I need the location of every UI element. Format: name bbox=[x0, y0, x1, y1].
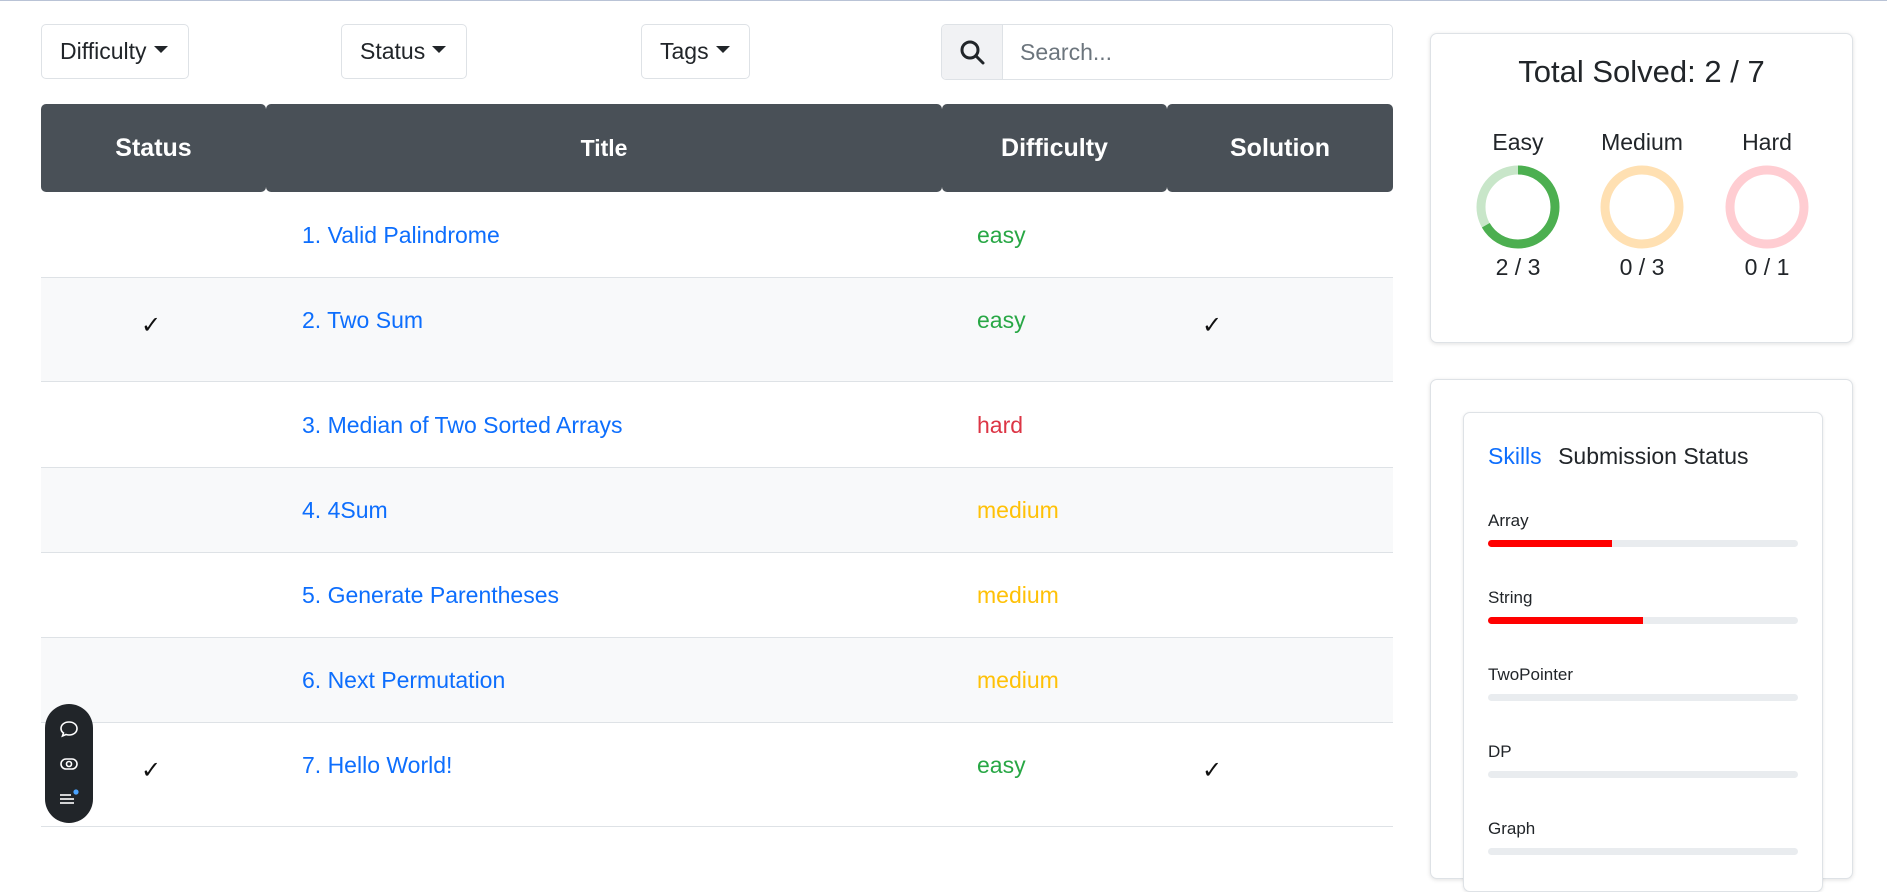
header-status[interactable]: Status bbox=[41, 104, 266, 192]
skills-outer-card: Skills Submission Status Array String Tw… bbox=[1430, 379, 1853, 892]
skill-progress-track bbox=[1488, 771, 1798, 778]
search-icon bbox=[960, 40, 985, 65]
search-group bbox=[941, 24, 1393, 80]
tab-skills[interactable]: Skills bbox=[1488, 443, 1542, 469]
problem-title-link[interactable]: 1. Valid Palindrome bbox=[302, 222, 500, 249]
hard-stat: Hard 0 / 1 bbox=[1707, 129, 1827, 281]
problem-title-link[interactable]: 4. 4Sum bbox=[302, 497, 388, 524]
difficulty-dropdown-label: Difficulty bbox=[60, 38, 147, 64]
skill-graph: Graph bbox=[1488, 819, 1798, 855]
skill-dp: DP bbox=[1488, 742, 1798, 778]
skill-string: String bbox=[1488, 588, 1798, 624]
skills-tabs: Skills Submission Status bbox=[1488, 443, 1749, 470]
solution-check-icon[interactable]: ✓ bbox=[1202, 756, 1222, 785]
floating-toolbar bbox=[45, 704, 93, 823]
chat-icon[interactable] bbox=[59, 719, 79, 739]
skill-progress-track bbox=[1488, 848, 1798, 855]
skill-name: TwoPointer bbox=[1488, 665, 1574, 684]
table-row: 5. Generate Parentheses medium bbox=[41, 553, 1393, 638]
skill-twopointer: TwoPointer bbox=[1488, 665, 1798, 701]
medium-label: Medium bbox=[1601, 129, 1683, 155]
difficulty-label: medium bbox=[977, 497, 1059, 523]
problem-title-link[interactable]: 3. Median of Two Sorted Arrays bbox=[302, 412, 622, 439]
difficulty-dropdown[interactable]: Difficulty bbox=[41, 24, 189, 79]
caret-down-icon bbox=[715, 46, 730, 53]
status-check-icon: ✓ bbox=[141, 757, 162, 784]
menu-icon[interactable] bbox=[58, 788, 80, 808]
skill-name: DP bbox=[1488, 742, 1512, 761]
difficulty-label: easy bbox=[977, 222, 1026, 248]
status-dropdown[interactable]: Status bbox=[341, 24, 467, 79]
skill-name: Graph bbox=[1488, 819, 1536, 838]
status-check-icon: ✓ bbox=[141, 312, 162, 339]
notification-dot bbox=[73, 789, 79, 795]
solved-summary-card: Total Solved: 2 / 7 Easy 2 / 3 Medium 0 … bbox=[1430, 33, 1853, 343]
easy-progress-ring bbox=[1476, 165, 1560, 249]
caret-down-icon bbox=[432, 46, 447, 53]
problem-title-link[interactable]: 7. Hello World! bbox=[302, 752, 452, 779]
difficulty-label: hard bbox=[977, 412, 1024, 438]
skill-progress-track bbox=[1488, 540, 1798, 547]
table-row: ✓ 2. Two Sum easy ✓ bbox=[41, 278, 1393, 382]
header-title[interactable]: Title bbox=[266, 104, 942, 192]
difficulty-label: medium bbox=[977, 667, 1059, 693]
table-row: 6. Next Permutation medium bbox=[41, 638, 1393, 723]
difficulty-label: medium bbox=[977, 582, 1059, 608]
tags-dropdown[interactable]: Tags bbox=[641, 24, 750, 79]
eye-icon[interactable] bbox=[59, 754, 79, 774]
problem-title-link[interactable]: 5. Generate Parentheses bbox=[302, 582, 559, 609]
skill-progress-track bbox=[1488, 617, 1798, 624]
solution-check-icon[interactable]: ✓ bbox=[1202, 311, 1222, 340]
skill-name: Array bbox=[1488, 511, 1529, 530]
easy-stat: Easy 2 / 3 bbox=[1458, 129, 1578, 281]
caret-down-icon bbox=[153, 46, 168, 53]
table-row: 1. Valid Palindrome easy bbox=[41, 192, 1393, 278]
skills-card: Skills Submission Status Array String Tw… bbox=[1463, 412, 1823, 892]
table-row: 3. Median of Two Sorted Arrays hard bbox=[41, 382, 1393, 468]
medium-count: 0 / 3 bbox=[1619, 254, 1665, 280]
tab-submission-status[interactable]: Submission Status bbox=[1558, 443, 1748, 469]
header-solution[interactable]: Solution bbox=[1167, 104, 1393, 192]
table-row: 4. 4Sum medium bbox=[41, 468, 1393, 553]
easy-count: 2 / 3 bbox=[1495, 254, 1541, 280]
status-dropdown-label: Status bbox=[360, 38, 426, 64]
skill-progress-track bbox=[1488, 694, 1798, 701]
difficulty-label: easy bbox=[977, 307, 1026, 333]
header-difficulty[interactable]: Difficulty bbox=[942, 104, 1167, 192]
table-row: ✓ 7. Hello World! easy ✓ bbox=[41, 723, 1393, 827]
easy-label: Easy bbox=[1492, 129, 1544, 155]
medium-stat: Medium 0 / 3 bbox=[1582, 129, 1702, 281]
total-solved: Total Solved: 2 / 7 bbox=[1518, 54, 1765, 89]
tags-dropdown-label: Tags bbox=[660, 38, 709, 64]
problem-title-link[interactable]: 2. Two Sum bbox=[302, 307, 423, 334]
hard-label: Hard bbox=[1742, 129, 1792, 155]
search-button[interactable] bbox=[942, 25, 1003, 79]
hard-progress-ring bbox=[1725, 165, 1809, 249]
search-input[interactable] bbox=[1003, 25, 1392, 79]
skill-progress-fill bbox=[1488, 617, 1643, 624]
skill-array: Array bbox=[1488, 511, 1798, 547]
medium-progress-ring bbox=[1600, 165, 1684, 249]
difficulty-label: easy bbox=[977, 752, 1026, 778]
problem-title-link[interactable]: 6. Next Permutation bbox=[302, 667, 505, 694]
hard-count: 0 / 1 bbox=[1744, 254, 1790, 280]
skill-progress-fill bbox=[1488, 540, 1612, 547]
skill-name: String bbox=[1488, 588, 1533, 607]
